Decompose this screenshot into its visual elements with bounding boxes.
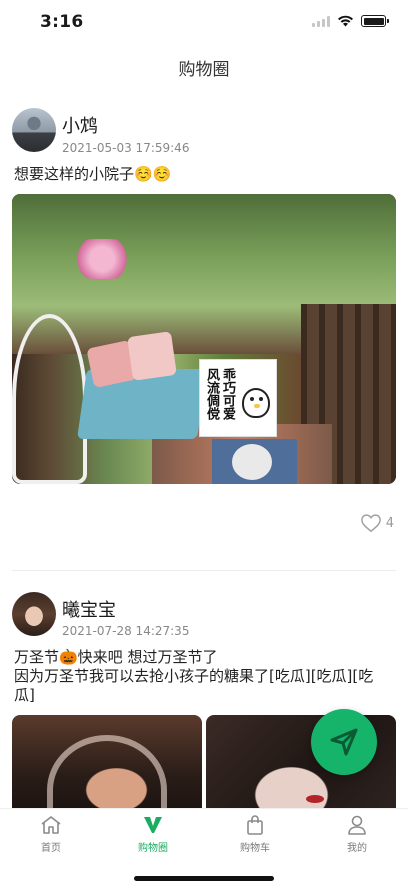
like-count: 4 (385, 515, 394, 531)
post-text: 想要这样的小院子☺️☺️ (14, 165, 172, 183)
tab-home[interactable]: 首页 (16, 815, 86, 854)
wifi-icon (338, 15, 353, 27)
post-text-line2: 因为万圣节我可以去抢小孩子的糖果了[吃瓜][吃瓜][吃瓜] (14, 667, 374, 704)
bird-icon (242, 388, 270, 418)
signal-icon (312, 15, 330, 27)
person-icon (348, 815, 366, 835)
user-name[interactable]: 小鸩 (62, 112, 98, 138)
sticker-text-right: 乖巧可爱 (220, 368, 235, 420)
vee-icon (144, 817, 162, 833)
meme-sticker: 风流倜傥 乖巧可爱 (199, 359, 277, 437)
sticker-text-left: 风流倜傥 (204, 368, 219, 420)
tab-shopping-circle[interactable]: 购物圈 (118, 815, 188, 854)
avatar[interactable] (12, 108, 56, 152)
feed[interactable]: 小鸩 2021-05-03 17:59:46 想要这样的小院子☺️☺️ 风流倜傥… (0, 96, 408, 808)
post-time: 2021-07-28 14:27:35 (62, 624, 190, 638)
publish-button[interactable] (311, 709, 377, 775)
nav-bar: 购物圈 (0, 44, 408, 90)
like-button[interactable]: 4 (360, 513, 394, 533)
tab-label: 购物圈 (138, 843, 168, 854)
battery-icon (361, 15, 389, 27)
post-photo[interactable] (12, 715, 202, 808)
send-icon (330, 728, 358, 756)
divider (12, 570, 396, 571)
tab-label: 购物车 (240, 843, 270, 854)
status-icons (312, 15, 389, 27)
post-text-line1: 万圣节🎃快来吧 想过万圣节了 (14, 648, 218, 666)
heart-icon (360, 514, 381, 533)
user-name[interactable]: 曦宝宝 (62, 596, 116, 622)
status-time: 3:16 (40, 12, 84, 32)
tab-cart[interactable]: 购物车 (220, 815, 290, 854)
tab-label: 我的 (347, 843, 367, 854)
home-icon (41, 816, 61, 834)
post-photo[interactable]: 风流倜傥 乖巧可爱 (12, 194, 396, 484)
bag-icon (247, 815, 263, 835)
page-title: 购物圈 (178, 59, 230, 80)
post-time: 2021-05-03 17:59:46 (62, 141, 190, 155)
tab-label: 首页 (41, 843, 61, 854)
tab-mine[interactable]: 我的 (322, 815, 392, 854)
avatar[interactable] (12, 592, 56, 636)
home-indicator (134, 876, 274, 881)
status-bar: 3:16 (0, 0, 408, 44)
